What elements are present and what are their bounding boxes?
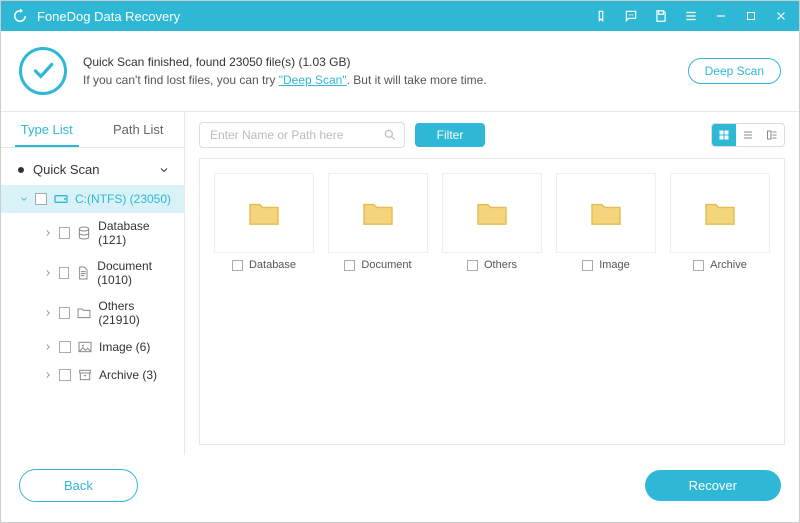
view-detail-button[interactable] — [760, 124, 784, 146]
folder-label: Others — [484, 259, 517, 271]
folder-label: Database — [249, 259, 296, 271]
checkbox[interactable] — [59, 267, 69, 279]
checkbox[interactable] — [344, 260, 355, 271]
status-file-count: 23050 — [229, 55, 262, 69]
checkbox[interactable] — [232, 260, 243, 271]
tab-path-list[interactable]: Path List — [93, 112, 185, 147]
checkbox[interactable] — [59, 227, 70, 239]
chevron-down-icon[interactable] — [158, 164, 170, 176]
status-line2-suffix: . But it will take more time. — [347, 73, 487, 87]
checkbox[interactable] — [582, 260, 593, 271]
folder-icon — [328, 173, 428, 253]
tree-item-document[interactable]: Document (1010) — [1, 253, 184, 293]
folder-icon — [442, 173, 542, 253]
folder-item[interactable]: Document — [328, 173, 428, 430]
status-line1-mid: file(s) ( — [262, 55, 302, 69]
maximize-icon[interactable] — [743, 8, 759, 24]
chat-icon[interactable] — [623, 8, 639, 24]
deep-scan-button[interactable]: Deep Scan — [688, 58, 781, 84]
drive-label: C:(NTFS) (23050) — [75, 192, 171, 206]
main-area: Type List Path List Quick Scan C:(NTFS) … — [1, 112, 799, 455]
checkbox[interactable] — [59, 341, 71, 353]
titlebar-controls — [593, 8, 789, 24]
status-text: Quick Scan finished, found 23050 file(s)… — [83, 55, 688, 87]
folder-label: Image — [599, 259, 630, 271]
tree-item-label: Database (121) — [98, 219, 174, 247]
content-toolbar: Filter — [185, 112, 799, 158]
folder-icon — [214, 173, 314, 253]
sidebar-tabs: Type List Path List — [1, 112, 184, 148]
back-button[interactable]: Back — [19, 469, 138, 502]
tree-item-label: Others (21910) — [98, 299, 174, 327]
titlebar: FoneDog Data Recovery — [1, 1, 799, 31]
tree-quick-scan[interactable]: Quick Scan — [1, 154, 184, 185]
view-grid-button[interactable] — [712, 124, 736, 146]
status-line1-suffix: ) — [347, 55, 351, 69]
database-icon — [76, 225, 92, 241]
folder-label: Document — [361, 259, 411, 271]
bullet-icon — [15, 164, 27, 176]
close-icon[interactable] — [773, 8, 789, 24]
feedback-icon[interactable] — [593, 8, 609, 24]
tree: Quick Scan C:(NTFS) (23050) Database (12… — [1, 148, 184, 455]
folder-item[interactable]: Archive — [670, 173, 770, 430]
deep-scan-link[interactable]: "Deep Scan" — [279, 73, 347, 87]
footer: Back Recover — [1, 455, 799, 522]
tree-item-archive[interactable]: Archive (3) — [1, 361, 184, 389]
folder-icon — [76, 305, 92, 321]
folder-item[interactable]: Database — [214, 173, 314, 430]
app-title: FoneDog Data Recovery — [37, 9, 593, 24]
checkbox[interactable] — [467, 260, 478, 271]
checkbox[interactable] — [59, 369, 71, 381]
folder-icon — [670, 173, 770, 253]
search-input[interactable] — [199, 122, 405, 148]
status-size: 1.03 GB — [302, 55, 346, 69]
minimize-icon[interactable] — [713, 8, 729, 24]
view-toggle — [711, 123, 785, 147]
tree-item-label: Image (6) — [99, 340, 150, 354]
chevron-right-icon — [43, 370, 53, 380]
disk-icon — [53, 191, 69, 207]
view-list-button[interactable] — [736, 124, 760, 146]
menu-icon[interactable] — [683, 8, 699, 24]
tree-item-label: Archive (3) — [99, 368, 157, 382]
tree-item-label: Document (1010) — [97, 259, 174, 287]
folder-item[interactable]: Image — [556, 173, 656, 430]
chevron-right-icon — [43, 268, 53, 278]
chevron-right-icon — [43, 308, 53, 318]
tree-item-database[interactable]: Database (121) — [1, 213, 184, 253]
folder-grid: Database Document Others Image Archive — [199, 158, 785, 445]
quick-scan-label: Quick Scan — [33, 162, 99, 177]
archive-icon — [77, 367, 93, 383]
tree-item-image[interactable]: Image (6) — [1, 333, 184, 361]
check-circle-icon — [19, 47, 67, 95]
save-icon[interactable] — [653, 8, 669, 24]
status-line2-prefix: If you can't find lost files, you can tr… — [83, 73, 279, 87]
folder-label: Archive — [710, 259, 747, 271]
checkbox[interactable] — [35, 193, 47, 205]
tree-drive[interactable]: C:(NTFS) (23050) — [1, 185, 184, 213]
search-box — [199, 122, 405, 148]
tab-type-list[interactable]: Type List — [1, 112, 93, 147]
chevron-right-icon — [43, 228, 53, 238]
chevron-down-icon — [19, 194, 29, 204]
filter-button[interactable]: Filter — [415, 123, 486, 147]
app-logo-icon — [11, 7, 29, 25]
image-icon — [77, 339, 93, 355]
tree-item-others[interactable]: Others (21910) — [1, 293, 184, 333]
status-line1-prefix: Quick Scan finished, found — [83, 55, 229, 69]
folder-icon — [556, 173, 656, 253]
recover-button[interactable]: Recover — [645, 470, 781, 501]
search-icon — [383, 128, 397, 142]
chevron-right-icon — [43, 342, 53, 352]
document-icon — [75, 265, 91, 281]
checkbox[interactable] — [693, 260, 704, 271]
status-bar: Quick Scan finished, found 23050 file(s)… — [1, 31, 799, 112]
checkbox[interactable] — [59, 307, 70, 319]
sidebar: Type List Path List Quick Scan C:(NTFS) … — [1, 112, 185, 455]
folder-item[interactable]: Others — [442, 173, 542, 430]
content-area: Filter Database Document Others — [185, 112, 799, 455]
